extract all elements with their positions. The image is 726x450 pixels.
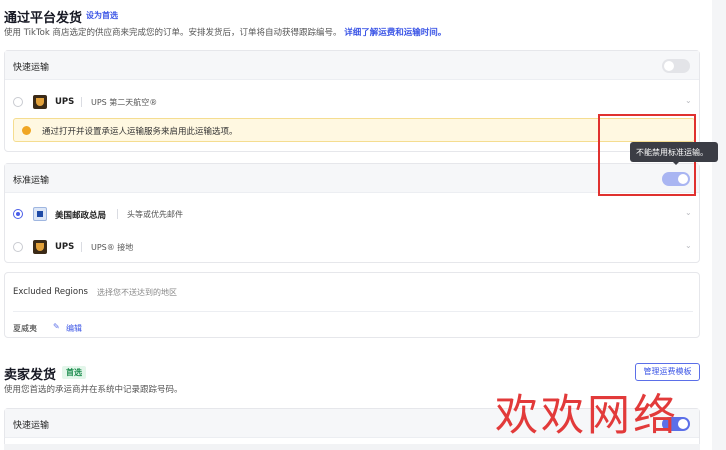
carrier-name: 美国邮政总局 bbox=[55, 211, 107, 221]
ups-logo-icon bbox=[33, 240, 47, 254]
edit-icon[interactable]: ✎ bbox=[53, 322, 60, 331]
preferred-badge: 首选 bbox=[62, 366, 86, 379]
chevron-down-icon[interactable]: ⌄ bbox=[685, 241, 692, 250]
express-shipping-card: 快速运输 UPS UPS 第二天航空® ⌄ 通过打开并设置承运人运输服务来启用此… bbox=[4, 50, 700, 152]
standard-header: 标准运输 bbox=[5, 164, 699, 193]
chevron-down-icon[interactable]: ⌄ bbox=[685, 96, 692, 105]
edit-link[interactable]: 编辑 bbox=[66, 323, 82, 334]
platform-description-text: 使用 TikTok 商店选定的供应商来完成您的订单。安排发货后，订单将自动获得跟… bbox=[4, 28, 342, 38]
warning-icon bbox=[22, 126, 31, 135]
service-name: UPS® 接地 bbox=[91, 243, 134, 252]
express-label: 快速运输 bbox=[13, 63, 50, 73]
seller-shipping-description: 使用您首选的承运商并在系统中记录跟踪号码。 bbox=[4, 385, 183, 395]
seller-express-label: 快速运输 bbox=[13, 421, 50, 431]
platform-shipping-title: 通过平台发货 bbox=[4, 11, 83, 26]
excluded-regions-subtitle: 选择您不送达到的地区 bbox=[97, 288, 177, 297]
radio-button-selected[interactable] bbox=[13, 209, 23, 219]
standard-option-usps[interactable]: 美国邮政总局 头等或优先邮件 ⌄ bbox=[5, 199, 699, 229]
express-toggle[interactable] bbox=[662, 59, 690, 73]
list-continuation bbox=[4, 444, 700, 450]
platform-shipping-description: 使用 TikTok 商店选定的供应商来完成您的订单。安排发货后，订单将自动获得跟… bbox=[4, 26, 446, 38]
ups-logo-icon bbox=[33, 95, 47, 109]
chevron-down-icon[interactable]: ⌄ bbox=[685, 208, 692, 217]
divider bbox=[81, 97, 82, 107]
toggle-knob bbox=[678, 419, 688, 429]
divider bbox=[117, 209, 118, 219]
standard-shipping-card: 标准运输 美国邮政总局 头等或优先邮件 ⌄ UPS UPS® 接地 ⌄ bbox=[4, 163, 700, 263]
region-name: 夏威夷 bbox=[13, 324, 37, 333]
divider bbox=[81, 242, 82, 252]
radio-button[interactable] bbox=[13, 97, 23, 107]
usps-logo-icon bbox=[33, 207, 47, 221]
express-option-ups[interactable]: UPS UPS 第二天航空® ⌄ bbox=[5, 87, 699, 117]
set-default-link[interactable]: 设为首选 bbox=[86, 10, 118, 21]
express-header: 快速运输 bbox=[5, 51, 699, 80]
manage-shipping-templates-button[interactable]: 管理运费模板 bbox=[635, 363, 700, 381]
service-name: 头等或优先邮件 bbox=[127, 210, 183, 219]
carrier-name: UPS bbox=[55, 97, 75, 107]
standard-toggle-tooltip: 不能禁用标准运输。 bbox=[630, 142, 718, 165]
warning-text: 通过打开并设置承运人运输服务来启用此运输选项。 bbox=[42, 127, 238, 137]
service-name: UPS 第二天航空® bbox=[91, 98, 158, 107]
carrier-name: UPS bbox=[55, 242, 75, 252]
scroll-gutter[interactable] bbox=[712, 0, 726, 450]
learn-more-link[interactable]: 详细了解运费和运输时间。 bbox=[344, 28, 446, 38]
watermark: 欢欢网络 bbox=[495, 391, 679, 441]
tooltip-text: 不能禁用标准运输。 bbox=[636, 148, 708, 157]
divider bbox=[13, 311, 693, 312]
radio-button[interactable] bbox=[13, 242, 23, 252]
seller-shipping-title: 卖家发货 bbox=[4, 368, 57, 383]
toggle-knob bbox=[664, 61, 674, 71]
tooltip-arrow bbox=[672, 161, 680, 165]
excluded-regions-card: Excluded Regions 选择您不送达到的地区 夏威夷 ✎ 编辑 bbox=[4, 272, 700, 338]
standard-option-ups[interactable]: UPS UPS® 接地 ⌄ bbox=[5, 232, 699, 262]
excluded-regions-title: Excluded Regions bbox=[13, 287, 88, 297]
standard-label: 标准运输 bbox=[13, 176, 50, 186]
shipping-settings-page: 通过平台发货 设为首选 使用 TikTok 商店选定的供应商来完成您的订单。安排… bbox=[0, 0, 726, 450]
enable-warning-banner: 通过打开并设置承运人运输服务来启用此运输选项。 bbox=[13, 118, 695, 142]
